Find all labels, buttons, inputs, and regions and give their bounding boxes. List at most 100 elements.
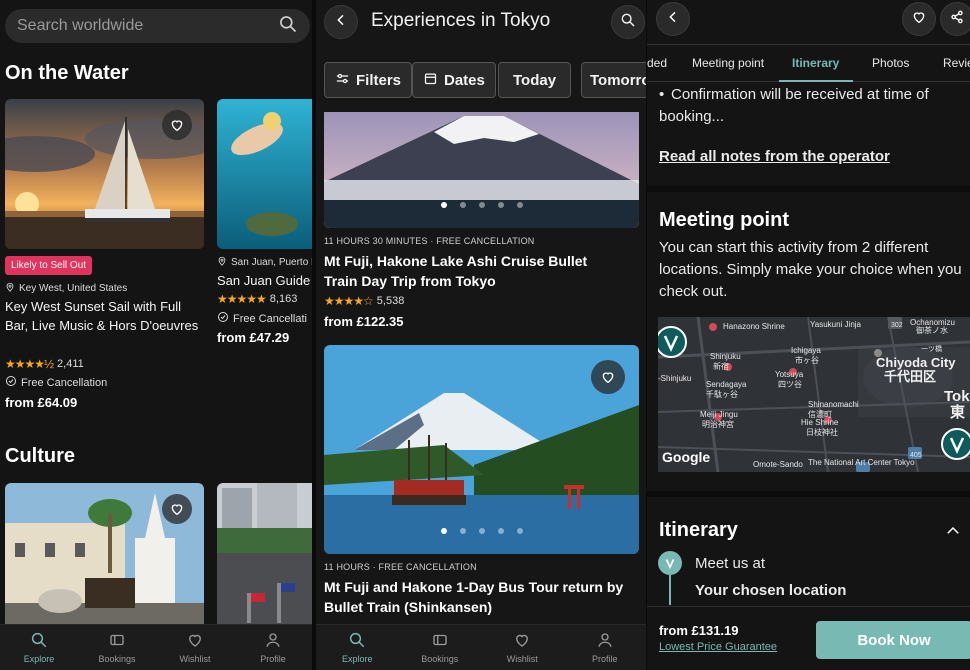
heart-icon <box>186 631 204 651</box>
experience-card[interactable]: 11 HOURS · FREE CANCELLATION Mt Fuji and… <box>324 345 639 615</box>
calendar-icon <box>423 71 438 90</box>
chevron-up-icon[interactable] <box>944 522 962 545</box>
heart-icon <box>513 631 531 651</box>
experience-card[interactable]: San Juan, Puerto R San Juan Guide ★★★★★ … <box>217 99 312 345</box>
card-image <box>324 345 639 554</box>
section-title-culture: Culture <box>5 445 75 467</box>
star-rating-icon: ★★★★½ <box>5 357 54 371</box>
tab-wishlist[interactable]: Wishlist <box>156 625 234 670</box>
map-label: 千駄ヶ谷 <box>706 389 738 399</box>
card-price: from £122.35 <box>324 314 404 329</box>
card-title[interactable]: Mt Fuji and Hakone 1-Day Bus Tour return… <box>324 577 634 617</box>
map-label: 405 <box>910 452 922 459</box>
tab-meeting-point[interactable]: Meeting point <box>692 56 764 70</box>
book-now-button[interactable]: Book Now <box>816 621 970 659</box>
meet-us-label: Meet us at <box>695 555 766 572</box>
card-rating: ★★★★★ 8,163 <box>217 292 298 306</box>
pin-icon <box>217 256 227 269</box>
bottom-tab-bar: Explore Bookings Wishlist Profile <box>0 624 312 670</box>
tab-explore[interactable]: Explore <box>0 625 78 670</box>
map-label: 日枝神社 <box>806 427 838 437</box>
carousel-dots <box>324 528 639 534</box>
card-image <box>217 483 312 628</box>
heart-icon[interactable] <box>162 494 192 524</box>
map-label: Yasukuni Jinja <box>810 320 862 329</box>
card-image <box>324 112 639 228</box>
today-chip[interactable]: Today <box>498 62 572 98</box>
search-bar[interactable]: Search worldwide <box>5 9 310 43</box>
tab-photos[interactable]: Photos <box>872 56 909 70</box>
back-button[interactable] <box>656 2 690 36</box>
card-meta: 11 HOURS 30 MINUTES · FREE CANCELLATION <box>324 236 535 246</box>
tab-profile[interactable]: Profile <box>234 625 312 670</box>
booking-price: from £131.19 <box>659 623 739 638</box>
map-label: Yotsuya <box>775 370 804 379</box>
card-free-cancel: Free Cancellati <box>217 311 307 326</box>
card-meta: 11 HOURS · FREE CANCELLATION <box>324 562 477 572</box>
tokyo-panel: Experiences in Tokyo Filters Dates Today… <box>316 0 646 670</box>
check-circle-icon <box>5 375 17 390</box>
pin-icon <box>5 282 15 295</box>
card-image <box>217 99 312 249</box>
map-label: 明治神宮 <box>702 419 734 429</box>
explore-panel: Search worldwide On the Water Likely to … <box>0 0 312 670</box>
card-title[interactable]: Key West Sunset Sail with Full Bar, Live… <box>5 297 201 335</box>
detail-tabs: ded Meeting point Itinerary Photos Revie <box>647 44 970 82</box>
search-button[interactable] <box>611 5 645 39</box>
chevron-left-icon <box>665 9 681 30</box>
search-icon[interactable] <box>278 14 298 39</box>
card-image <box>5 483 204 628</box>
card-title[interactable]: Mt Fuji, Hakone Lake Ashi Cruise Bullet … <box>324 251 624 291</box>
meeting-point-title: Meeting point <box>659 209 789 231</box>
experience-card[interactable] <box>217 483 312 628</box>
lowest-price-link[interactable]: Lowest Price Guarantee <box>659 641 777 653</box>
read-notes-link[interactable]: Read all notes from the operator <box>659 146 890 168</box>
map-label: Chiyoda City <box>876 355 956 370</box>
tab-reviews[interactable]: Revie <box>943 56 970 70</box>
ticket-icon <box>108 631 126 651</box>
heart-icon[interactable] <box>162 110 192 140</box>
section-title-water: On the Water <box>5 62 129 84</box>
heart-icon[interactable] <box>591 360 625 394</box>
map-label: -Shinjuku <box>658 374 691 383</box>
meeting-map[interactable]: Hanazono Shrine Yasukuni Jinja Ochanomiz… <box>658 317 970 472</box>
sell-out-badge: Likely to Sell Out <box>5 256 93 275</box>
page-title: Experiences in Tokyo <box>371 10 551 31</box>
tab-wishlist[interactable]: Wishlist <box>481 625 564 670</box>
map-label: Meiji Jingu <box>700 410 738 419</box>
tab-profile[interactable]: Profile <box>564 625 647 670</box>
card-rating: ★★★★½ 2,411 <box>5 357 84 371</box>
star-rating-icon: ★★★★☆ <box>324 294 374 308</box>
tab-bookings[interactable]: Bookings <box>399 625 482 670</box>
tab-included[interactable]: ded <box>647 56 667 70</box>
experience-card[interactable] <box>5 483 204 628</box>
tomorrow-chip[interactable]: Tomorro <box>581 62 646 98</box>
tab-bookings[interactable]: Bookings <box>78 625 156 670</box>
map-label: 302 <box>891 322 903 329</box>
search-placeholder: Search worldwide <box>17 17 144 34</box>
share-button[interactable] <box>940 2 970 36</box>
wishlist-button[interactable] <box>902 2 936 36</box>
tab-explore[interactable]: Explore <box>316 625 399 670</box>
filters-chip[interactable]: Filters <box>324 62 413 98</box>
carousel-dots <box>324 202 639 208</box>
map-label: Shinjuku <box>710 352 741 361</box>
experience-card[interactable]: 11 HOURS 30 MINUTES · FREE CANCELLATION … <box>324 112 639 329</box>
experience-card[interactable]: Likely to Sell Out Key West, United Stat… <box>5 99 204 410</box>
tab-itinerary[interactable]: Itinerary <box>792 56 839 70</box>
itinerary-marker-icon <box>658 551 682 575</box>
card-rating: ★★★★☆ 5,538 <box>324 294 405 308</box>
search-icon <box>348 631 366 651</box>
back-button[interactable] <box>324 5 358 39</box>
itinerary-title: Itinerary <box>659 519 738 541</box>
map-label: 千代田区 <box>884 369 936 384</box>
card-title[interactable]: San Juan Guide <box>217 271 310 290</box>
sliders-icon <box>335 71 350 90</box>
map-label: 御茶ノ水 <box>916 325 948 335</box>
dates-chip[interactable]: Dates <box>412 62 496 98</box>
map-label: 四ツ谷 <box>778 380 802 389</box>
map-label: 新宿 <box>713 361 729 371</box>
map-label: Hanazono Shrine <box>723 322 785 331</box>
detail-panel: ded Meeting point Itinerary Photos Revie… <box>647 0 970 670</box>
check-circle-icon <box>217 311 229 326</box>
